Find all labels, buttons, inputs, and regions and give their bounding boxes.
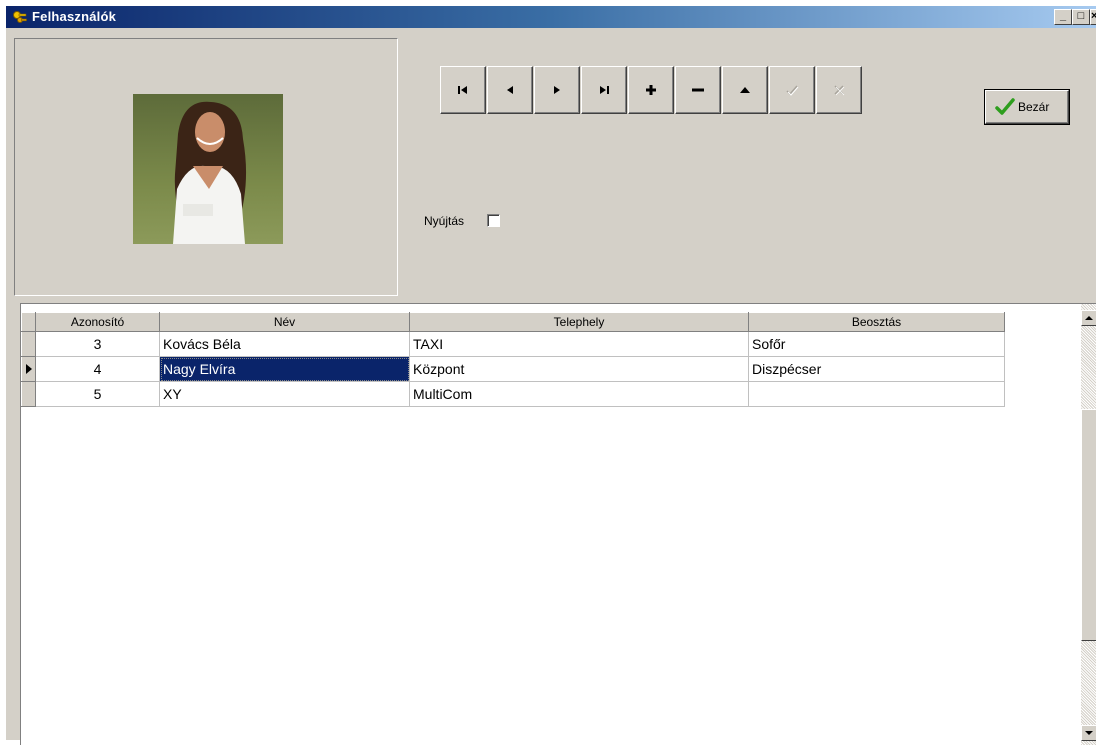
column-header-id[interactable]: Azonosító: [35, 312, 160, 332]
stretch-label: Nyújtás: [424, 214, 465, 228]
cancel-x-icon: [834, 85, 845, 96]
column-header-site[interactable]: Telephely: [409, 312, 749, 332]
scroll-up-arrow-icon: [1085, 316, 1093, 320]
check-icon: [786, 85, 799, 96]
cell-role[interactable]: Diszpécser: [748, 356, 1005, 382]
cell-role[interactable]: Sofőr: [748, 331, 1005, 357]
stretch-checkbox[interactable]: [487, 214, 500, 227]
first-record-icon: [458, 86, 467, 94]
cell-site[interactable]: Központ: [409, 356, 749, 382]
cell-site[interactable]: MultiCom: [409, 381, 749, 407]
nav-prior-button[interactable]: [487, 66, 533, 114]
top-panel: Bezár Nyújtás: [6, 28, 1096, 298]
cell-name-selected[interactable]: Nagy Elvíra: [159, 356, 410, 382]
cell-id[interactable]: 4: [35, 356, 160, 382]
indicator-header: [21, 312, 36, 332]
cell-id[interactable]: 5: [35, 381, 160, 407]
cell-id[interactable]: 3: [35, 331, 160, 357]
cell-name[interactable]: Kovács Béla: [159, 331, 410, 357]
scroll-up-button[interactable]: [1081, 310, 1096, 326]
photo-panel: [14, 38, 398, 296]
green-check-icon: [995, 98, 1015, 115]
table-row[interactable]: 3 Kovács Béla TAXI Sofőr: [21, 331, 1005, 357]
header-row: Azonosító Név Telephely Beosztás: [21, 312, 1005, 332]
close-button[interactable]: Bezár: [985, 90, 1069, 124]
nav-delete-button[interactable]: [675, 66, 721, 114]
plus-icon: [646, 85, 656, 95]
table-row[interactable]: 5 XY MultiCom: [21, 381, 1005, 407]
nav-insert-button[interactable]: [628, 66, 674, 114]
row-indicator[interactable]: [21, 331, 36, 357]
user-photo: [133, 94, 283, 244]
maximize-button[interactable]: □: [1072, 9, 1090, 25]
nav-first-button[interactable]: [440, 66, 486, 114]
window-title: Felhasználók: [32, 9, 117, 24]
app-keys-icon: [13, 11, 27, 23]
cell-name[interactable]: XY: [159, 381, 410, 407]
last-record-icon: [600, 86, 609, 94]
nav-edit-button[interactable]: [722, 66, 768, 114]
row-indicator-current[interactable]: [21, 356, 36, 382]
nav-post-button[interactable]: [769, 66, 815, 114]
cell-site[interactable]: TAXI: [409, 331, 749, 357]
scroll-thumb[interactable]: [1081, 409, 1096, 641]
users-window: Felhasználók _ □ ×: [6, 6, 1096, 745]
next-record-icon: [554, 86, 560, 94]
prior-record-icon: [507, 86, 513, 94]
close-button-label: Bezár: [1018, 100, 1050, 114]
edit-up-icon: [740, 87, 750, 93]
scroll-down-button[interactable]: [1081, 725, 1096, 741]
minus-icon: [692, 88, 704, 92]
column-header-name[interactable]: Név: [159, 312, 410, 332]
current-row-arrow-icon: [26, 364, 32, 374]
nav-next-button[interactable]: [534, 66, 580, 114]
column-header-role[interactable]: Beosztás: [748, 312, 1005, 332]
scroll-down-arrow-icon: [1085, 731, 1093, 735]
title-bar[interactable]: Felhasználók _ □ ×: [6, 6, 1096, 28]
minimize-button[interactable]: _: [1054, 9, 1072, 25]
close-window-button[interactable]: ×: [1090, 9, 1096, 25]
nav-last-button[interactable]: [581, 66, 627, 114]
users-grid: Azonosító Név Telephely Beosztás 3 Kovác…: [20, 303, 1096, 745]
nav-cancel-button[interactable]: [816, 66, 862, 114]
cell-role[interactable]: [748, 381, 1005, 407]
users-table: Azonosító Név Telephely Beosztás 3 Kovác…: [21, 312, 1005, 407]
vertical-scrollbar[interactable]: [1081, 304, 1096, 745]
table-row-current[interactable]: 4 Nagy Elvíra Központ Diszpécser: [21, 356, 1005, 382]
row-indicator[interactable]: [21, 381, 36, 407]
